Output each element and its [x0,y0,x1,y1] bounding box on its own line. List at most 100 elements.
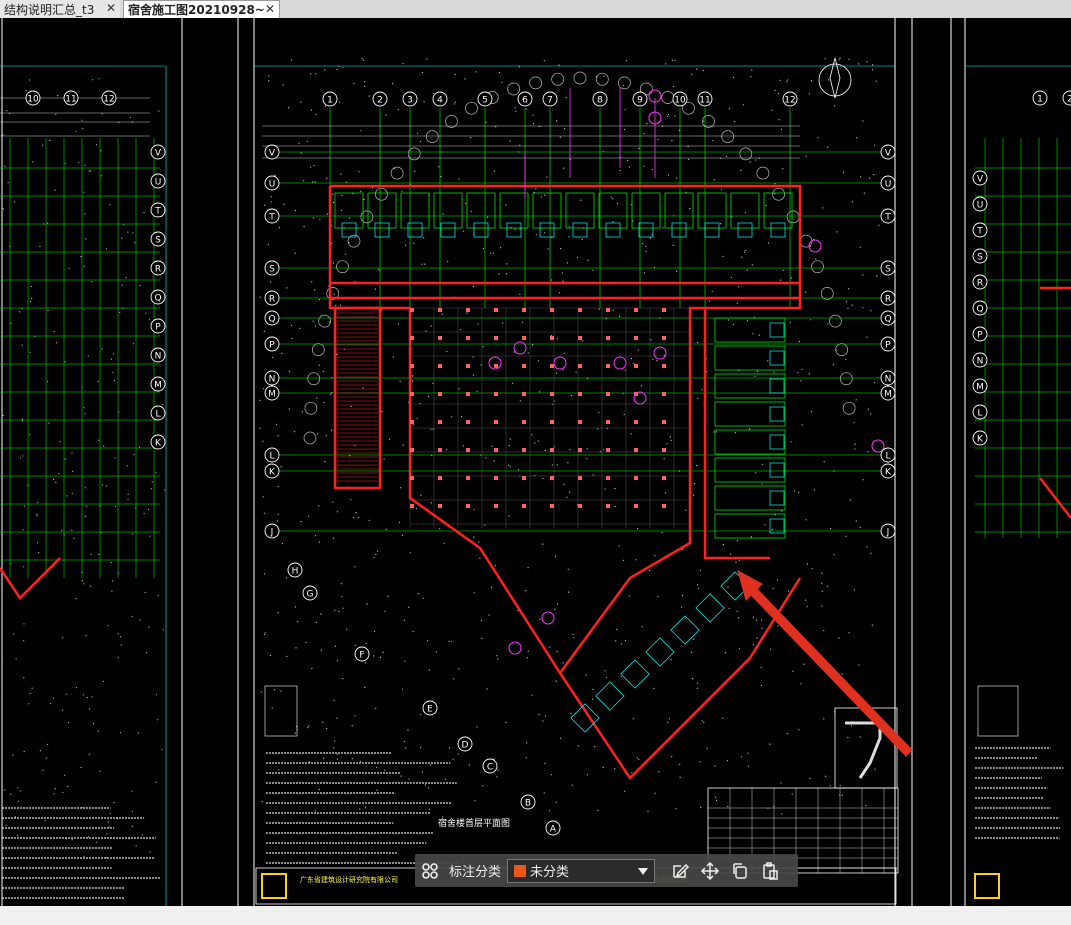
hatch-dot [58,473,60,475]
hatch-dot [734,121,736,123]
hatch-dot [270,201,272,203]
edit-icon[interactable] [665,856,695,886]
hatch-dot [473,592,475,594]
hatch-dot [780,279,782,281]
column [606,476,610,480]
hatch-dot [385,114,387,116]
hatch-dot [322,370,324,373]
hatch-dot [82,127,84,130]
hatch-dot [16,834,19,836]
hatch-dot [149,535,151,537]
hatch-dot [464,78,466,80]
hatch-dot [500,247,502,249]
hatch-dot [791,793,793,795]
hatch-dot [470,210,472,212]
cad-drawing-canvas[interactable]: 1 2 3 4 5 6 7 8 9 10 11 12V VU UT TS SR RQ QP PN NM ML LK KJ JH… [0,18,1071,906]
hatch-dot [519,228,521,230]
hatch-dot [722,255,724,257]
hatch-dot [119,636,122,638]
hatch-dot [797,372,799,374]
hatch-dot [105,248,107,250]
hatch-dot [318,299,320,301]
axis-bubble-label: 5 [482,96,488,106]
hatch-dot [732,76,735,78]
hatch-dot [740,756,743,758]
hatch-dot [72,470,74,472]
hatch-dot [316,433,318,435]
hatch-dot [351,757,353,760]
hatch-dot [806,606,808,608]
hatch-dot [726,760,729,762]
paste-icon[interactable] [755,856,785,886]
close-icon[interactable]: ✕ [265,2,275,16]
hatch-dot [375,553,377,556]
hatch-dot [311,281,313,283]
hatch-dot [544,450,546,452]
grid-menu-icon[interactable] [415,856,445,886]
category-value: 未分类 [530,865,570,880]
column [466,420,470,424]
column [578,308,582,312]
hatch-dot [542,477,544,480]
column [578,504,582,508]
hatch-dot [671,140,673,142]
hatch-dot [276,423,278,425]
hatch-dot [527,567,529,569]
hatch-dot [527,352,529,354]
hatch-dot [671,59,674,61]
hatch-dot [558,64,560,66]
hatch-dot [325,434,327,436]
hatch-dot [294,606,297,608]
hatch-dot [823,461,825,463]
hatch-dot [641,626,643,628]
hatch-dot [424,263,426,265]
hatch-dot [801,368,803,370]
tab-dormitory-drawing[interactable]: 宿舍施工图20210928~ ✕ [123,0,280,18]
hatch-dot [867,451,869,453]
hatch-dot [874,144,876,146]
hatch-dot [373,557,375,559]
hatch-dot [668,718,671,720]
hatch-dot [85,238,87,240]
hatch-dot [643,133,645,135]
hatch-dot [294,252,296,254]
copy-icon[interactable] [725,856,755,886]
hatch-dot [750,536,753,538]
hatch-dot [10,793,12,795]
hatch-dot [2,208,4,210]
hatch-dot [592,474,594,476]
hatch-dot [155,694,157,696]
hatch-dot [569,491,571,493]
hatch-dot [267,243,269,246]
hatch-dot [865,805,867,807]
hatch-dot [702,69,704,72]
hatch-dot [744,249,746,252]
hatch-dot [871,69,874,71]
category-select[interactable]: 未分类 [507,858,656,883]
hatch-dot [12,754,14,756]
hatch-dot [401,534,404,536]
hatch-dot [577,745,579,747]
hatch-dot [747,752,749,754]
hatch-dot [839,784,841,787]
hatch-dot [519,293,521,295]
hatch-dot [700,807,702,809]
move-icon[interactable] [695,856,725,886]
hatch-dot [358,171,360,173]
tab-structure-notes[interactable]: 结构说明汇总_t3 ✕ [0,0,120,18]
hatch-dot [150,488,152,490]
hatch-dot [514,228,516,230]
hatch-dot [870,552,872,554]
hatch-dot [638,147,640,150]
hatch-dot [580,199,582,201]
hatch-dot [561,272,564,274]
hatch-dot [71,529,73,531]
hatch-dot [54,788,56,790]
hatch-dot [110,358,113,360]
axis-bubble-label: M [884,390,892,400]
hatch-dot [612,221,614,223]
hatch-dot [439,528,441,530]
hatch-dot [585,674,587,676]
hatch-dot [46,380,49,382]
close-icon[interactable]: ✕ [106,1,116,15]
